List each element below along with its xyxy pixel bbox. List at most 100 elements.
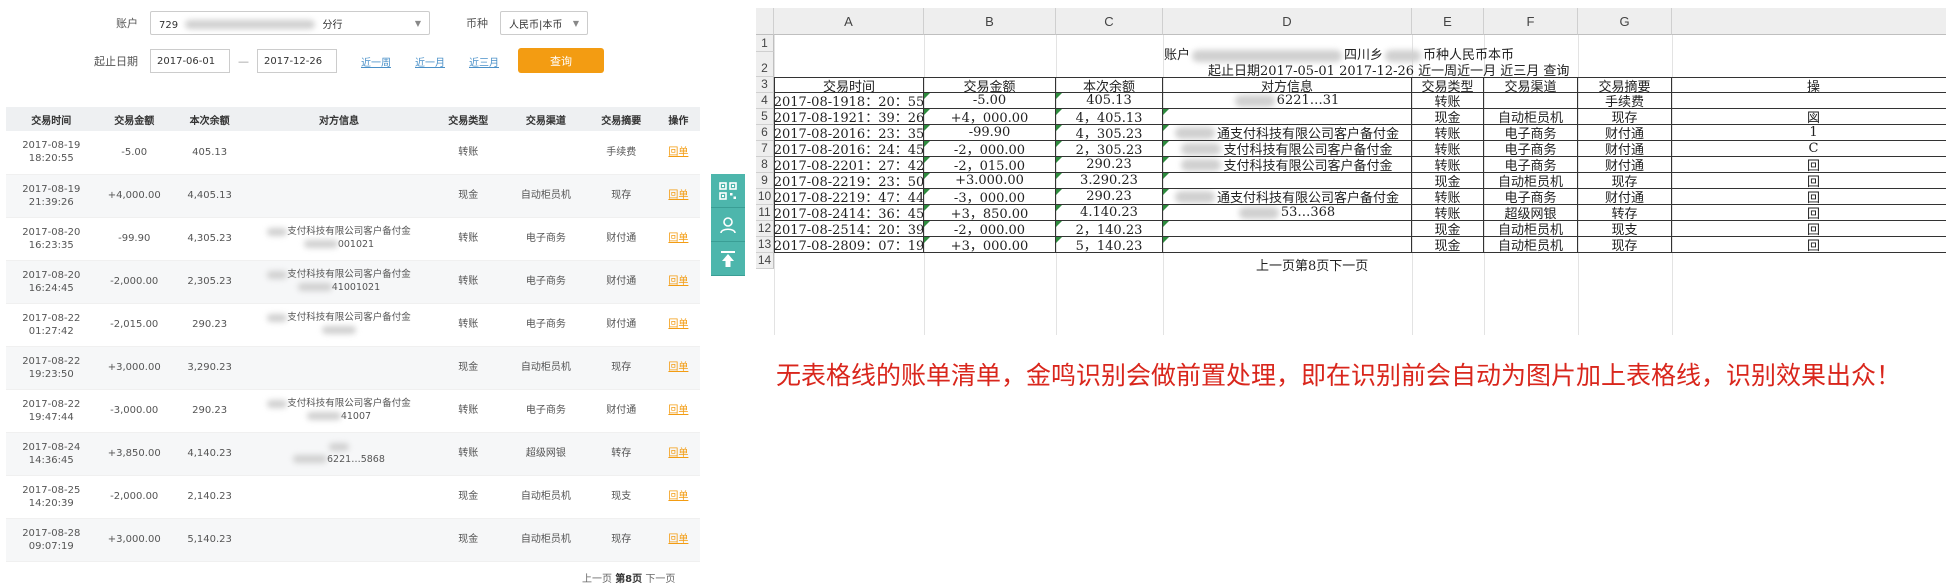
sheet-cell-time[interactable]: 2017-08-2809：07：19: [774, 237, 924, 253]
sheet-cell-amount[interactable]: -5.00: [924, 93, 1056, 109]
sheet-header-cell[interactable]: 交易渠道: [1484, 77, 1578, 93]
sheet-cell-type[interactable]: 转账: [1412, 205, 1484, 221]
column-header-a[interactable]: A: [774, 8, 924, 35]
receipt-link[interactable]: 回单: [668, 491, 688, 502]
sheet-cell-channel[interactable]: 自动柜员机: [1484, 237, 1578, 253]
receipt-link[interactable]: 回单: [668, 190, 688, 201]
query-button[interactable]: 查询: [518, 48, 604, 73]
sheet-cell-op[interactable]: 回: [1672, 189, 1946, 205]
sheet-cell-channel[interactable]: 电子商务: [1484, 189, 1578, 205]
qrcode-button[interactable]: [711, 174, 745, 208]
row-header[interactable]: 2: [756, 52, 774, 77]
sheet-cell-time[interactable]: 2017-08-2201：27：42: [774, 157, 924, 173]
sheet-cell-cp[interactable]: 6221…31: [1163, 93, 1412, 109]
sheet-cell-channel[interactable]: 自动柜员机: [1484, 173, 1578, 189]
sheet-cell-balance[interactable]: 4，405.13: [1056, 109, 1163, 125]
sheet-cell-time[interactable]: 2017-08-2414：36：45: [774, 205, 924, 221]
row-header[interactable]: 9: [756, 173, 774, 189]
row-header[interactable]: 11: [756, 205, 774, 221]
sheet-cell-time[interactable]: 2017-08-2219：47：44: [774, 189, 924, 205]
sheet-cell-amount[interactable]: -3，000.00: [924, 189, 1056, 205]
sheet-cell-channel[interactable]: 自动柜员机: [1484, 109, 1578, 125]
sheet-cell-channel[interactable]: 自动柜员机: [1484, 221, 1578, 237]
start-date-input[interactable]: [150, 49, 230, 73]
sheet-cell-op[interactable]: 回: [1672, 221, 1946, 237]
column-header-c[interactable]: C: [1056, 8, 1163, 35]
receipt-link[interactable]: 回单: [668, 534, 688, 545]
sheet-cell-cp[interactable]: [1163, 109, 1412, 125]
sheet-cell-type[interactable]: 现金: [1412, 173, 1484, 189]
row-header[interactable]: 1: [756, 35, 774, 52]
receipt-link[interactable]: 回单: [668, 362, 688, 373]
sheet-cell-balance[interactable]: 405.13: [1056, 93, 1163, 109]
column-header-g[interactable]: G: [1578, 8, 1672, 35]
receipt-link[interactable]: 回单: [668, 233, 688, 244]
row-header[interactable]: 8: [756, 157, 774, 173]
sheet-cell-cp[interactable]: [1163, 221, 1412, 237]
sheet-cell-op[interactable]: 1: [1672, 125, 1946, 141]
sheet-cell-balance[interactable]: 2，305.23: [1056, 141, 1163, 157]
sheet-cell-channel[interactable]: 电子商务: [1484, 157, 1578, 173]
last-week-link[interactable]: 近一周: [361, 54, 391, 69]
sheet-cell-cp[interactable]: [1163, 237, 1412, 253]
sheet-header-cell[interactable]: 交易时间: [774, 77, 924, 93]
sheet-cell-time[interactable]: 2017-08-2219：23：50: [774, 173, 924, 189]
sheet-cell-balance[interactable]: 5，140.23: [1056, 237, 1163, 253]
sheet-cell-op[interactable]: 回: [1672, 205, 1946, 221]
sheet-cell-summary[interactable]: 现存: [1578, 173, 1672, 189]
select-all-corner[interactable]: [756, 8, 774, 35]
prev-page-link[interactable]: 上一页: [582, 574, 612, 585]
column-header-e[interactable]: E: [1412, 8, 1484, 35]
back-to-top-button[interactable]: [711, 242, 745, 276]
sheet-cell-summary[interactable]: 现存: [1578, 109, 1672, 125]
sheet-cell-balance[interactable]: 2，140.23: [1056, 221, 1163, 237]
receipt-link[interactable]: 回单: [668, 448, 688, 459]
row-header[interactable]: 5: [756, 109, 774, 125]
row-header[interactable]: 12: [756, 221, 774, 237]
receipt-link[interactable]: 回单: [668, 319, 688, 330]
row-header[interactable]: 10: [756, 189, 774, 205]
account-select[interactable]: 729 分行 ▼: [150, 11, 430, 35]
sheet-cell-op[interactable]: 回: [1672, 173, 1946, 189]
sheet-cell-op[interactable]: 回: [1672, 237, 1946, 253]
sheet-cell-cp[interactable]: 通支付科技有限公司客户备付金: [1163, 189, 1412, 205]
last-three-months-link[interactable]: 近三月: [469, 54, 499, 69]
sheet-cell-amount[interactable]: +4，000.00: [924, 109, 1056, 125]
sheet-cell-balance[interactable]: 4，305.23: [1056, 125, 1163, 141]
sheet-cell-amount[interactable]: +3，000.00: [924, 237, 1056, 253]
sheet-header-cell[interactable]: 交易类型: [1412, 77, 1484, 93]
sheet-cell-cp[interactable]: 支付科技有限公司客户备付金: [1163, 141, 1412, 157]
receipt-link[interactable]: 回单: [668, 405, 688, 416]
currency-select[interactable]: 人民币|本币 ▼: [500, 11, 588, 35]
receipt-link[interactable]: 回单: [668, 276, 688, 287]
last-month-link[interactable]: 近一月: [415, 54, 445, 69]
sheet-cell-summary[interactable]: 转存: [1578, 205, 1672, 221]
sheet-cell-type[interactable]: 现金: [1412, 237, 1484, 253]
sheet-cell-type[interactable]: 转账: [1412, 141, 1484, 157]
sheet-cell-summary[interactable]: 财付通: [1578, 189, 1672, 205]
sheet-cell-type[interactable]: 转账: [1412, 189, 1484, 205]
sheet-cell-channel[interactable]: 超级网银: [1484, 205, 1578, 221]
next-page-link[interactable]: 下一页: [645, 574, 675, 585]
customer-service-button[interactable]: [711, 208, 745, 242]
row-header[interactable]: 7: [756, 141, 774, 157]
sheet-cell-amount[interactable]: -99.90: [924, 125, 1056, 141]
sheet-cell-amount[interactable]: -2，000.00: [924, 221, 1056, 237]
sheet-cell-cp[interactable]: 支付科技有限公司客户备付金: [1163, 157, 1412, 173]
sheet-cell-time[interactable]: 2017-08-2514：20：39: [774, 221, 924, 237]
sheet-cell-type[interactable]: 转账: [1412, 93, 1484, 109]
sheet-cell-type[interactable]: 转账: [1412, 125, 1484, 141]
sheet-header-cell[interactable]: 对方信息: [1163, 77, 1412, 93]
sheet-cell-summary[interactable]: 现支: [1578, 221, 1672, 237]
sheet-cell-time[interactable]: 2017-08-2016：24：45: [774, 141, 924, 157]
sheet-cell-amount[interactable]: +3，850.00: [924, 205, 1056, 221]
sheet-cell-balance[interactable]: 290.23: [1056, 189, 1163, 205]
sheet-cell-balance[interactable]: 290.23: [1056, 157, 1163, 173]
sheet-header-cell[interactable]: 交易摘要: [1578, 77, 1672, 93]
sheet-cell-type[interactable]: 转账: [1412, 157, 1484, 173]
sheet-cell-type[interactable]: 现金: [1412, 109, 1484, 125]
end-date-input[interactable]: [257, 49, 337, 73]
sheet-cell-channel[interactable]: [1484, 93, 1578, 109]
column-header-b[interactable]: B: [924, 8, 1056, 35]
sheet-cell-balance[interactable]: 4.140.23: [1056, 205, 1163, 221]
